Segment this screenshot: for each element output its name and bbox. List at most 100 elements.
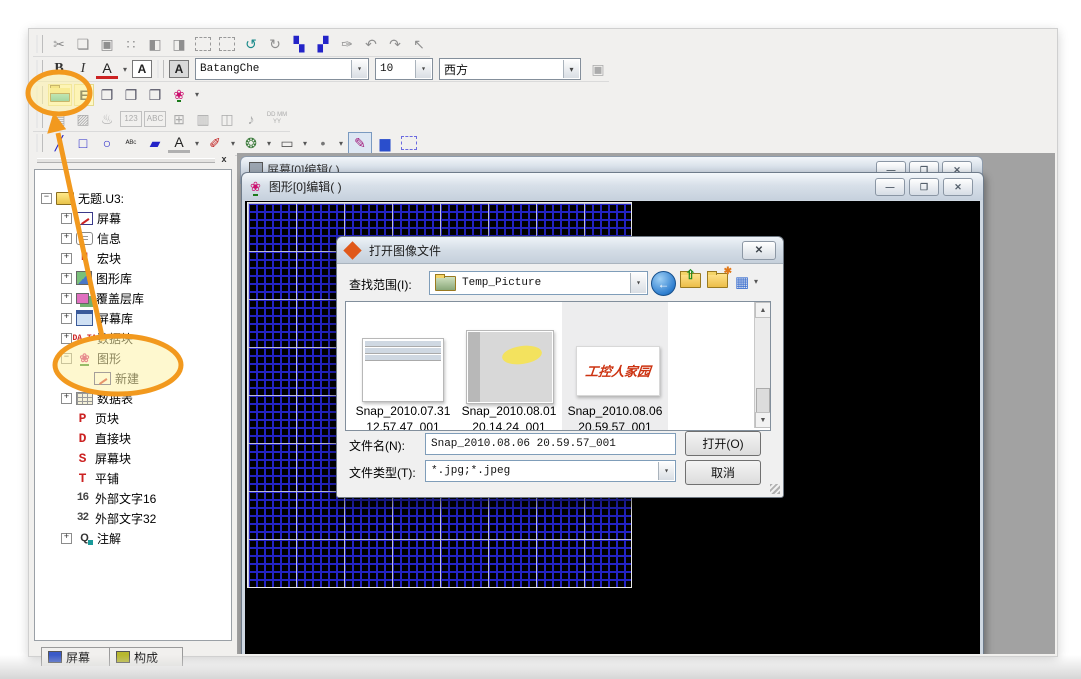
tree-item[interactable]: +屏幕库 xyxy=(35,308,231,328)
tree-item[interactable]: 新建 xyxy=(35,368,231,388)
line-width-icon[interactable]: • xyxy=(312,133,334,153)
look-in-select[interactable]: Temp_Picture ▾ xyxy=(429,271,648,295)
marquee-1-icon[interactable] xyxy=(192,34,214,54)
tree-expander[interactable]: + xyxy=(61,293,72,304)
text-color-icon[interactable]: A xyxy=(168,134,190,153)
tree-expander[interactable]: + xyxy=(61,253,72,264)
tree-expander[interactable]: + xyxy=(61,533,72,544)
charset-select[interactable]: 西方 ▾ xyxy=(439,58,581,80)
apply-style-icon[interactable]: ▣ xyxy=(587,59,609,79)
tree-item[interactable]: P页块 xyxy=(35,408,231,428)
tree-item[interactable]: T平铺 xyxy=(35,468,231,488)
bold-button[interactable]: B xyxy=(48,59,70,79)
palette-caret-icon[interactable]: ▾ xyxy=(264,139,274,148)
rect-tool-icon[interactable]: □ xyxy=(72,133,94,153)
toolbar-grip[interactable] xyxy=(36,86,43,104)
tile-map-2-icon[interactable]: ▞ xyxy=(312,34,334,54)
close-button[interactable]: ✕ xyxy=(943,178,973,196)
text-tool-icon[interactable]: ᴬᴮᶜ xyxy=(120,133,142,153)
scroll-up-button[interactable]: ▲ xyxy=(755,302,771,318)
bell-icon[interactable]: ♪ xyxy=(240,109,262,129)
toolbar-grip[interactable] xyxy=(157,60,164,78)
shape-style-caret-icon[interactable]: ▾ xyxy=(300,139,310,148)
file-list[interactable]: 工控人家园Snap_2010.08.0620.59.57_001Snap_201… xyxy=(345,301,771,431)
graphic-flower-button[interactable]: ❀ xyxy=(168,85,190,105)
tree-expander[interactable]: + xyxy=(61,333,72,344)
undo-icon[interactable]: ↶ xyxy=(360,34,382,54)
font-family-select[interactable]: BatangChe ▾ xyxy=(195,58,369,80)
font-size-select[interactable]: 10 ▾ xyxy=(375,58,433,80)
chevron-down-icon[interactable]: ▾ xyxy=(563,60,579,78)
calculator-icon[interactable]: ⊞ xyxy=(168,109,190,129)
pin-icon[interactable]: ✑ xyxy=(336,34,358,54)
shape-union-icon[interactable]: ◧ xyxy=(144,34,166,54)
window-export-icon[interactable]: ❐ xyxy=(96,85,118,105)
copy-icon[interactable]: ❏ xyxy=(72,34,94,54)
tree-expander[interactable]: − xyxy=(61,353,72,364)
date-widget-icon[interactable]: DD MM YY xyxy=(264,109,290,129)
cut-icon[interactable]: ✂ xyxy=(48,34,70,54)
numeric-field-icon[interactable]: 123 xyxy=(120,111,142,127)
tree-expander[interactable]: − xyxy=(41,193,52,204)
resize-grip[interactable] xyxy=(770,484,780,494)
restore-button[interactable]: ❐ xyxy=(909,178,939,196)
align-dots-icon[interactable]: ∷ xyxy=(120,34,142,54)
chevron-down-icon[interactable]: ▾ xyxy=(351,60,367,78)
char-frame-button[interactable]: A xyxy=(132,60,152,78)
tree-item[interactable]: +图形库 xyxy=(35,268,231,288)
rotate-cw-icon[interactable]: ↻ xyxy=(264,34,286,54)
marquee-2-icon[interactable] xyxy=(216,34,238,54)
file-thumbnail[interactable] xyxy=(362,338,444,402)
tab-screen[interactable]: 屏幕 xyxy=(41,647,115,666)
open-button[interactable]: 打开(O) xyxy=(685,431,761,456)
chevron-down-icon[interactable]: ▾ xyxy=(658,462,674,480)
dialog-close-button[interactable]: ✕ xyxy=(742,241,776,260)
shape-style-icon[interactable]: ▭ xyxy=(276,133,298,153)
tree-item[interactable]: +覆盖层库 xyxy=(35,288,231,308)
file-item[interactable]: 工控人家园Snap_2010.08.0620.59.57_001 xyxy=(562,302,668,431)
window-settings-icon[interactable]: ❐ xyxy=(144,85,166,105)
tree-item[interactable]: +Q注解 xyxy=(35,528,231,548)
pointer-select-icon[interactable]: ↖ xyxy=(408,34,430,54)
file-item[interactable]: Snap_2010.08.0120.14.24_001 xyxy=(456,302,562,431)
back-button[interactable]: ← xyxy=(651,271,676,296)
ellipse-tool-icon[interactable]: ○ xyxy=(96,133,118,153)
file-thumbnail[interactable]: 工控人家园 xyxy=(576,346,660,396)
tree-item[interactable]: +M宏块 xyxy=(35,248,231,268)
paste-icon[interactable]: ▣ xyxy=(96,34,118,54)
scroll-down-button[interactable]: ▼ xyxy=(755,412,771,428)
line-width-caret-icon[interactable]: ▾ xyxy=(336,139,346,148)
views-button[interactable]: ▦ xyxy=(735,273,749,291)
window-titlebar[interactable]: ❀ 图形[0]编辑( ) — ❐ ✕ xyxy=(242,173,983,200)
tree-item[interactable]: +数据表 xyxy=(35,388,231,408)
marker-pen-icon[interactable]: ✐ xyxy=(204,133,226,153)
panel-drag-handle[interactable] xyxy=(37,158,215,163)
open-image-button[interactable] xyxy=(48,84,72,106)
tree-expander[interactable]: + xyxy=(61,213,72,224)
tree-item[interactable]: +信息 xyxy=(35,228,231,248)
eraser-tool-icon[interactable]: ▆ xyxy=(374,133,396,153)
printer-icon[interactable]: ▤ xyxy=(48,109,70,129)
window-preview-icon[interactable]: ❐ xyxy=(120,85,142,105)
pencil-tool-icon[interactable]: ✎ xyxy=(348,132,372,154)
screen-download-icon[interactable]: ▨ xyxy=(72,109,94,129)
new-folder-button[interactable]: ✱ xyxy=(707,273,728,288)
chevron-down-icon[interactable]: ▾ xyxy=(630,273,646,293)
tree-item[interactable]: 32外部文字32 xyxy=(35,508,231,528)
toolbar-grip[interactable] xyxy=(36,110,43,128)
toolbar-grip[interactable] xyxy=(36,35,43,53)
fill-roller-icon[interactable]: ▰ xyxy=(144,133,166,153)
shape-merge-icon[interactable]: ◨ xyxy=(168,34,190,54)
cancel-button[interactable]: 取消 xyxy=(685,460,761,485)
filetype-select[interactable]: *.jpg;*.jpeg ▾ xyxy=(425,460,676,482)
export-e-button[interactable]: E xyxy=(74,84,94,106)
tree-item[interactable]: +DA TA数据块 xyxy=(35,328,231,348)
tree-expander[interactable]: + xyxy=(61,233,72,244)
bar-graph-icon[interactable]: ▥ xyxy=(192,109,214,129)
tree-item[interactable]: +屏幕 xyxy=(35,208,231,228)
flower-caret-icon[interactable]: ▾ xyxy=(192,90,202,99)
views-caret-icon[interactable]: ▾ xyxy=(751,277,761,286)
tree-expander[interactable]: + xyxy=(61,393,72,404)
plug-icon[interactable]: ◫ xyxy=(216,109,238,129)
font-color-button[interactable]: A xyxy=(96,60,118,79)
